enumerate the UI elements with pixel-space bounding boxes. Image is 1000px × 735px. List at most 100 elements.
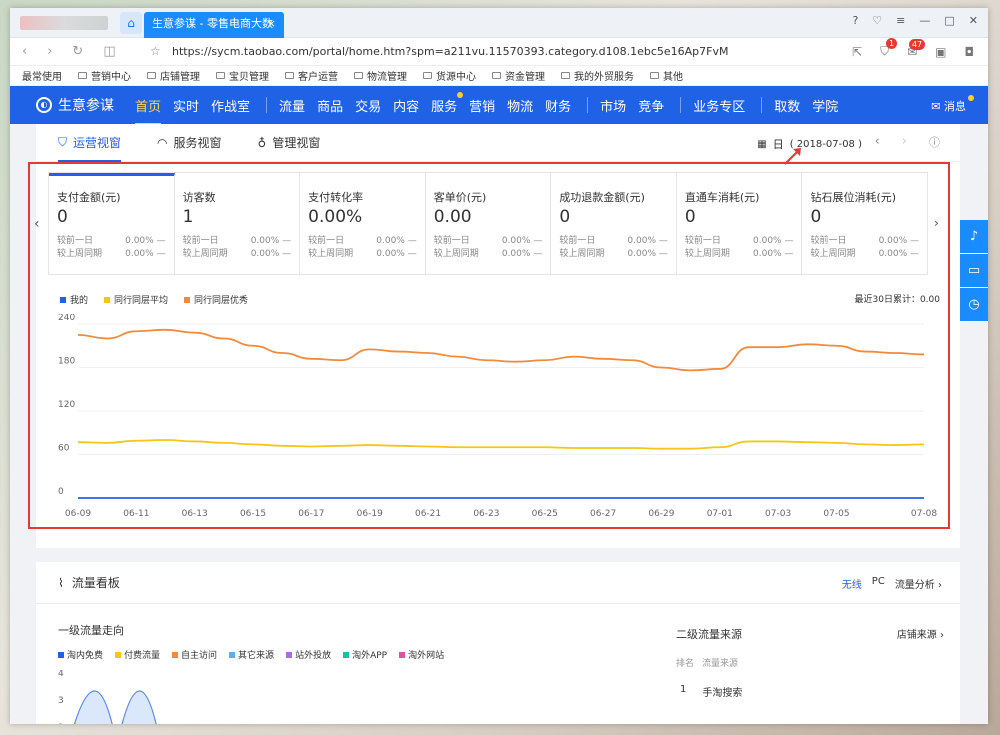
bookmark-item[interactable]: 其他: [650, 68, 683, 83]
prev-date-icon[interactable]: ‹: [875, 134, 880, 150]
nav-item-data[interactable]: 取数: [774, 86, 800, 125]
legend-item[interactable]: 其它来源: [229, 648, 274, 661]
bookmark-item[interactable]: 物流管理: [354, 68, 407, 83]
legend-item[interactable]: 淘外APP: [343, 648, 387, 661]
dash: —: [407, 236, 417, 246]
bookmark-item[interactable]: 最常使用: [22, 68, 62, 83]
logo[interactable]: ◐ 生意参谋: [10, 95, 135, 115]
minimize-icon[interactable]: —: [919, 14, 930, 27]
metric-card[interactable]: 钻石展位消耗(元) 0 较前一日 0.00% — 较上周同期 0.00% —: [802, 173, 927, 274]
info-icon[interactable]: ⓘ: [929, 134, 940, 150]
mail-icon[interactable]: ✉ 47: [907, 38, 926, 59]
nav-item-business[interactable]: 业务专区: [693, 86, 745, 125]
bookmark-item[interactable]: 货源中心: [423, 68, 476, 83]
dash: —: [910, 236, 920, 246]
nav-item-trade[interactable]: 交易: [355, 86, 381, 125]
table-row[interactable]: 1 手淘搜索: [680, 684, 742, 699]
legend-item[interactable]: 付费流量: [115, 648, 160, 661]
bag-icon[interactable]: ◘: [965, 45, 975, 59]
tab-management[interactable]: ♁ 管理视窗: [258, 124, 321, 162]
maximize-icon[interactable]: □: [944, 14, 954, 27]
metric-card[interactable]: 客单价(元) 0.00 较前一日 0.00% — 较上周同期 0.00% —: [426, 173, 552, 274]
nav-item-marketing[interactable]: 营销: [469, 86, 495, 125]
star-icon[interactable]: ☆: [150, 44, 161, 58]
nav-item-traffic[interactable]: 流量: [279, 86, 305, 125]
mini-curve: [73, 690, 113, 724]
metric-card[interactable]: 支付转化率 0.00% 较前一日 0.00% — 较上周同期 0.00% —: [300, 173, 426, 274]
legend-item[interactable]: 同行同层优秀: [184, 293, 248, 306]
metrics-prev-icon[interactable]: ‹: [34, 216, 40, 232]
bookmark-item[interactable]: 店铺管理: [147, 68, 200, 83]
y-tick-label: 120: [58, 400, 75, 410]
back-icon[interactable]: ‹: [22, 44, 27, 59]
reader-icon[interactable]: ◫: [103, 44, 115, 59]
nav-item-finance[interactable]: 财务: [545, 86, 571, 125]
traffic-analysis-link[interactable]: 流量分析 ›: [895, 576, 942, 591]
legend-item[interactable]: 自主访问: [172, 648, 217, 661]
metric-card[interactable]: 支付金额(元) 0 较前一日 0.00% — 较上周同期 0.00% —: [49, 173, 175, 274]
bookmark-item[interactable]: 我的外贸服务: [561, 68, 634, 83]
dash: —: [533, 236, 543, 246]
shop-source-link[interactable]: 店铺来源 ›: [897, 626, 944, 641]
bookmark-item[interactable]: 宝贝管理: [216, 68, 269, 83]
legend-label: 淘外APP: [352, 651, 388, 661]
nav-item-competition[interactable]: 竞争: [638, 86, 664, 125]
nav-item-product[interactable]: 商品: [317, 86, 343, 125]
metric-card[interactable]: 成功退款金额(元) 0 较前一日 0.00% — 较上周同期 0.00% —: [551, 173, 677, 274]
option-wireless[interactable]: 无线: [842, 576, 862, 591]
label: 较上周同期: [810, 249, 856, 259]
metrics-next-icon[interactable]: ›: [934, 216, 939, 230]
nav-item-home[interactable]: 首页: [135, 86, 162, 125]
chat-icon[interactable]: ▭: [960, 254, 988, 288]
tab-close-button[interactable]: ×: [267, 12, 276, 36]
traffic-options: 无线 PC 流量分析 ›: [842, 576, 942, 591]
legend-item[interactable]: 淘内免费: [58, 648, 103, 661]
menu-icon[interactable]: ≡: [896, 14, 905, 27]
legend-item[interactable]: 同行同层平均: [104, 293, 168, 306]
x-tick-label: 07-03: [765, 509, 791, 519]
timer-icon[interactable]: ◷: [960, 288, 988, 322]
message-button[interactable]: ✉ 消息: [931, 95, 974, 114]
tab-service[interactable]: ◠ 服务视窗: [157, 124, 222, 162]
bookmarks-bar: 最常使用 营销中心 店铺管理 宝贝管理 客户运营 物流管理 货源中心 资金管理 …: [10, 66, 988, 86]
metric-card[interactable]: 访客数 1 较前一日 0.00% — 较上周同期 0.00% —: [175, 173, 301, 274]
bookmark-item[interactable]: 营销中心: [78, 68, 131, 83]
nav-item-market[interactable]: 市场: [600, 86, 626, 125]
blurred-tab[interactable]: [20, 16, 108, 30]
legend-item[interactable]: 站外投放: [286, 648, 331, 661]
nav-item-realtime[interactable]: 实时: [173, 86, 199, 125]
card-icon[interactable]: ▣: [935, 45, 946, 59]
legend-item[interactable]: 淘外网站: [399, 648, 444, 661]
nav-item-warroom[interactable]: 作战室: [211, 86, 250, 125]
date-picker[interactable]: ▦ 日 ( 2018-07-08 ): [757, 136, 862, 152]
nav-item-logistics[interactable]: 物流: [507, 86, 533, 125]
metric-card[interactable]: 直通车消耗(元) 0 较前一日 0.00% — 较上周同期 0.00% —: [677, 173, 803, 274]
bookmark-label: 资金管理: [505, 72, 545, 83]
bell-icon[interactable]: ♪: [960, 220, 988, 254]
home-icon[interactable]: ⌂: [120, 12, 142, 34]
shield-icon[interactable]: ⛉ 1: [880, 38, 898, 59]
mini-ytick: 4: [58, 670, 64, 679]
help-icon[interactable]: ?: [852, 14, 858, 27]
forward-icon[interactable]: ›: [47, 44, 52, 59]
active-tab[interactable]: 生意参谋 - 零售电商大数 ×: [144, 12, 284, 38]
option-pc[interactable]: PC: [872, 576, 885, 591]
nav-item-service[interactable]: 服务: [431, 86, 464, 125]
nav-item-academy[interactable]: 学院: [812, 86, 838, 125]
refresh-icon[interactable]: ↻: [72, 44, 83, 59]
nav-item-content[interactable]: 内容: [393, 86, 419, 125]
main-nav: ◐ 生意参谋 首页 实时 作战室 流量 商品 交易 内容 服务 营销 物流 财务…: [10, 86, 988, 125]
url-field[interactable]: https://sycm.taobao.com/portal/home.htm?…: [172, 45, 729, 58]
bookmark-item[interactable]: 资金管理: [492, 68, 545, 83]
chart-icon: ⌇: [58, 575, 64, 590]
bookmark-item[interactable]: 客户运营: [285, 68, 338, 83]
next-date-icon[interactable]: ›: [902, 134, 907, 150]
col-rank: 排名: [676, 659, 695, 669]
legend-item[interactable]: 我的: [60, 293, 88, 306]
close-icon[interactable]: ✕: [969, 14, 978, 27]
metric-title: 访客数: [182, 191, 216, 204]
tab-operation[interactable]: ⛉ 运营视窗: [58, 124, 122, 162]
share-icon[interactable]: ⇱: [852, 45, 862, 59]
skin-icon[interactable]: ♡: [872, 14, 882, 27]
bookmark-label: 我的外贸服务: [574, 72, 634, 83]
